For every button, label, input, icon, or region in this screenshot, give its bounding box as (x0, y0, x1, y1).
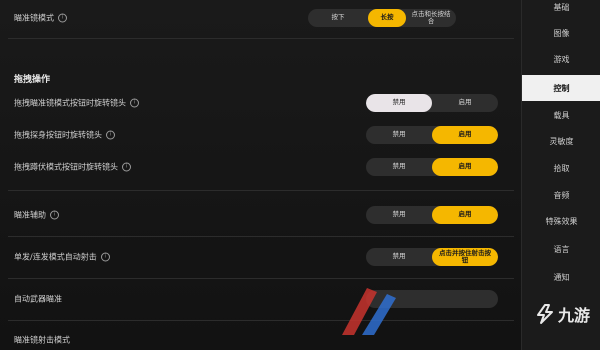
option-hold-fire-button[interactable]: 点击并按住射击按钮 (432, 248, 498, 266)
sidebar-item-basic[interactable]: 基础 (522, 0, 600, 20)
sidebar-item-audio[interactable]: 音频 (522, 182, 600, 208)
settings-screen: 瞄准镜模式 i 按下 长按 点击和长按结合 拖拽操作 拖拽瞄准镜模式按钮时旋转镜… (0, 0, 600, 350)
info-icon[interactable]: i (130, 98, 139, 108)
setting-label: 自动武器瞄准 (14, 294, 62, 304)
option-enable[interactable]: 启用 (432, 94, 498, 112)
sidebar-item-game[interactable]: 游戏 (522, 46, 600, 72)
sidebar-item-notifications[interactable]: 通知 (522, 264, 600, 290)
option-disable[interactable]: 禁用 (366, 94, 432, 112)
setting-row-scope-mode: 瞄准镜模式 i 按下 长按 点击和长按结合 (8, 6, 514, 30)
watermark-logo-shape (342, 288, 396, 335)
sidebar-item-pickup[interactable]: 拾取 (522, 155, 600, 181)
info-icon[interactable]: i (100, 252, 110, 262)
setting-label: 拖拽蹲伏模式按钮时旋转镜头 (14, 162, 118, 172)
settings-main-panel: 瞄准镜模式 i 按下 长按 点击和长按结合 拖拽操作 拖拽瞄准镜模式按钮时旋转镜… (0, 0, 520, 350)
setting-row-auto-weapon-aim: 自动武器瞄准 (8, 288, 514, 310)
settings-sidebar: 基础 图像 游戏 控制 载具 灵敏度 拾取 音频 特殊效果 语言 通知 (521, 0, 600, 350)
option-tap-and-hold[interactable]: 点击和长按结合 (406, 9, 456, 27)
option-enable[interactable]: 启用 (432, 206, 498, 224)
option-hold[interactable]: 长按 (368, 9, 406, 27)
scope-mode-selector: 按下 长按 点击和长按结合 (308, 9, 456, 27)
setting-row-drag-lean-rotate: 拖拽探身按钮时旋转镜头 i 禁用 启用 (8, 124, 514, 146)
option-disable[interactable]: 禁用 (366, 248, 432, 266)
setting-label: 单发/连发模式自动射击 (14, 252, 97, 262)
info-icon[interactable]: i (50, 210, 59, 220)
sidebar-item-language[interactable]: 语言 (522, 236, 600, 262)
setting-row-aim-assist: 瞄准辅助 i 禁用 启用 (8, 204, 514, 226)
info-icon[interactable]: i (122, 162, 131, 172)
jiuyou-logo-icon (537, 304, 553, 324)
setting-label: 瞄准镜模式 (14, 13, 54, 23)
option-enable[interactable]: 启用 (432, 158, 498, 176)
sidebar-item-graphics[interactable]: 图像 (522, 20, 600, 46)
option-disable[interactable]: 禁用 (366, 206, 432, 224)
setting-row-auto-fire: 单发/连发模式自动射击 i 禁用 点击并按住射击按钮 (8, 246, 514, 268)
setting-label: 瞄准镜射击模式 (14, 335, 70, 345)
section-title-drag-operations: 拖拽操作 (14, 75, 51, 85)
setting-label: 拖拽瞄准镜模式按钮时旋转镜头 (14, 98, 126, 108)
info-icon[interactable]: i (58, 13, 67, 23)
option-enable[interactable]: 启用 (432, 126, 498, 144)
setting-row-drag-crouch-rotate: 拖拽蹲伏模式按钮时旋转镜头 i 禁用 启用 (8, 156, 514, 178)
option-disable[interactable]: 禁用 (366, 158, 432, 176)
watermark: 九游 (534, 302, 590, 326)
sidebar-item-controls[interactable]: 控制 (522, 75, 600, 101)
setting-row-drag-scope-rotate: 拖拽瞄准镜模式按钮时旋转镜头 i 禁用 启用 (8, 92, 514, 114)
divider (8, 38, 514, 39)
info-icon[interactable]: i (106, 130, 115, 140)
option-disable[interactable]: 禁用 (366, 126, 432, 144)
setting-label: 瞄准辅助 (14, 210, 46, 220)
option-press[interactable]: 按下 (308, 9, 368, 27)
divider (8, 190, 514, 191)
divider (8, 278, 514, 279)
toggle-selector: 禁用 启用 (366, 158, 498, 176)
toggle-selector: 禁用 点击并按住射击按钮 (366, 248, 498, 266)
watermark-text: 九游 (558, 306, 591, 325)
divider (8, 236, 514, 237)
setting-row-scope-fire-mode: 瞄准镜射击模式 (8, 330, 514, 350)
divider (8, 320, 514, 321)
toggle-selector: 禁用 启用 (366, 206, 498, 224)
toggle-selector: 禁用 启用 (366, 94, 498, 112)
sidebar-item-special-effects[interactable]: 特殊效果 (522, 208, 600, 234)
sidebar-item-vehicle[interactable]: 载具 (522, 102, 600, 128)
toggle-selector: 禁用 启用 (366, 126, 498, 144)
sidebar-item-sensitivity[interactable]: 灵敏度 (522, 128, 600, 154)
setting-label: 拖拽探身按钮时旋转镜头 (14, 130, 102, 140)
